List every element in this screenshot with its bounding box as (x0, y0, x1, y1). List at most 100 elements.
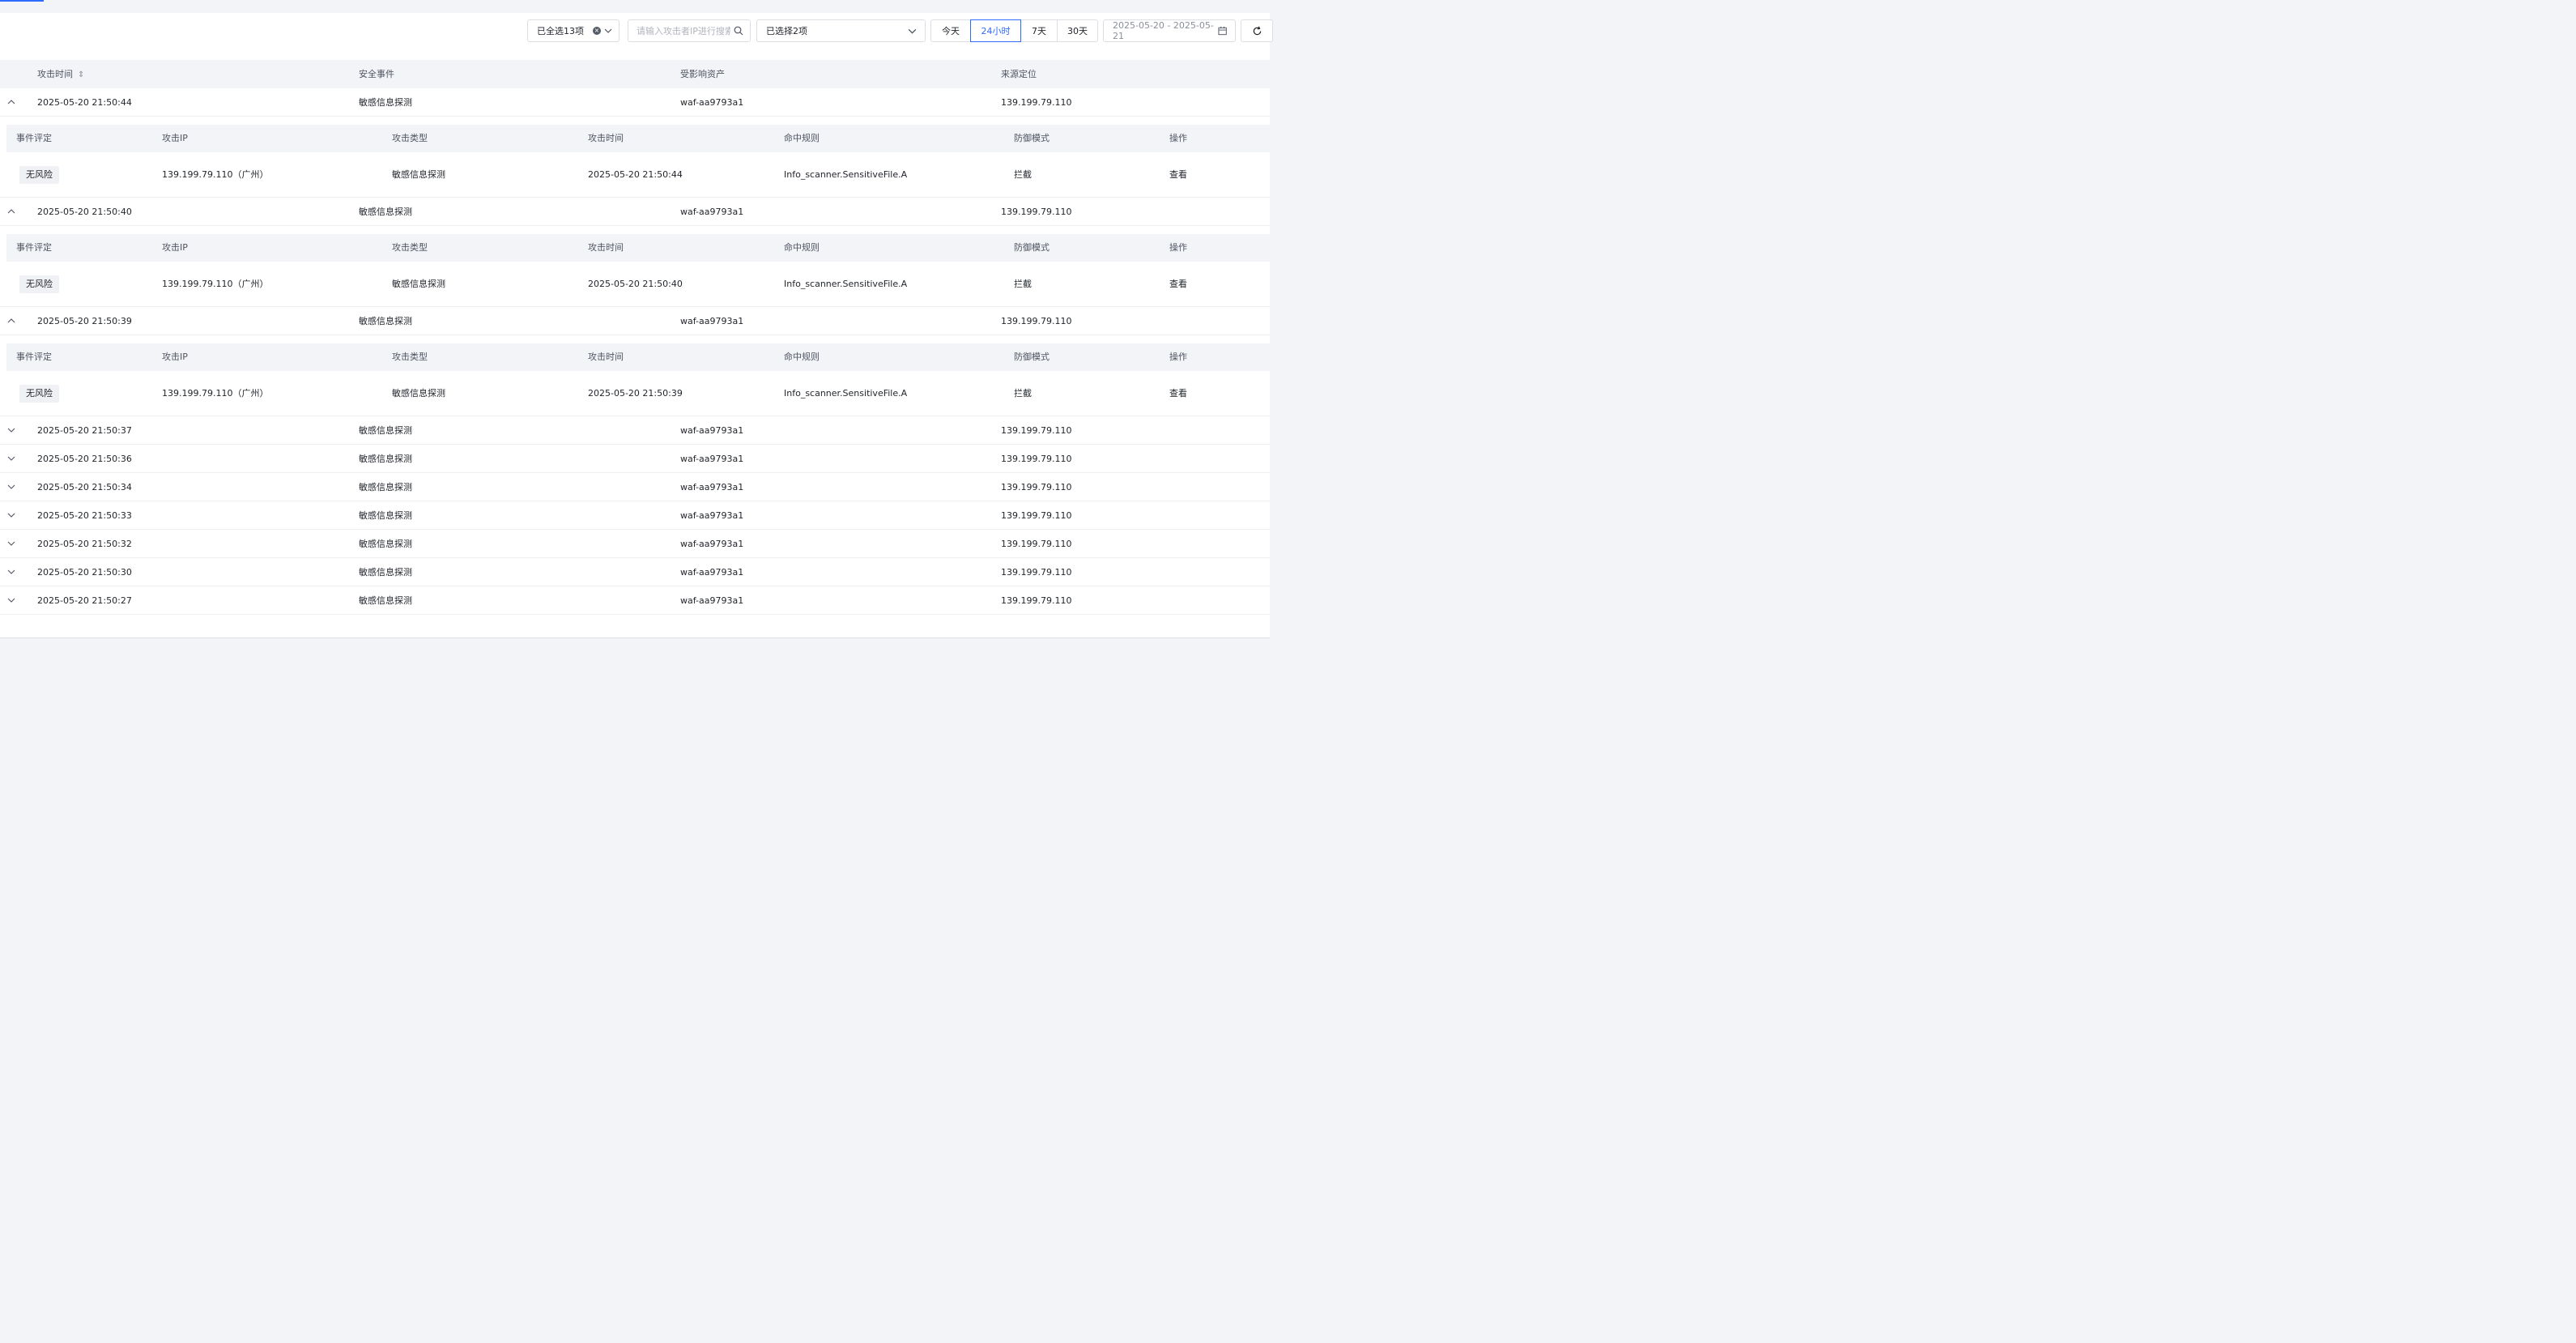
row-detail: 事件评定 攻击IP 攻击类型 攻击时间 命中规则 防御模式 操作 无风险 139.199.79.… (0, 335, 1270, 416)
table-row[interactable]: 2025-05-20 21:50:36 敏感信息探测 waf-aa9793a1 139… (0, 445, 1270, 473)
row-attack-time: 2025-05-20 21:50:36 (37, 454, 132, 464)
row-event: 敏感信息探测 (359, 539, 412, 549)
detail-column-header: 防御模式 (1014, 133, 1050, 143)
detail-header: 事件评定 攻击IP 攻击类型 攻击时间 命中规则 防御模式 操作 (6, 343, 1270, 371)
row-detail: 事件评定 攻击IP 攻击类型 攻击时间 命中规则 防御模式 操作 无风险 139.199.79.… (0, 226, 1270, 307)
row-attack-time: 2025-05-20 21:50:39 (37, 316, 132, 326)
row-attack-time: 2025-05-20 21:50:40 (37, 207, 132, 217)
detail-rule: Info_scanner.SensitiveFile.A (784, 388, 908, 399)
row-source: 139.199.79.110 (1001, 207, 1072, 217)
view-link[interactable]: 查看 (1169, 371, 1187, 416)
row-asset: waf-aa9793a1 (680, 207, 744, 217)
detail-column-header: 命中规则 (784, 133, 820, 143)
chevron-down-icon[interactable] (7, 483, 15, 491)
row-event: 敏感信息探测 (359, 97, 412, 108)
range-today-button[interactable]: 今天 (930, 19, 971, 42)
event-type-select-label: 已全选13项 (537, 26, 584, 36)
chevron-down-icon[interactable] (7, 539, 15, 548)
range-24h-button[interactable]: 24小时 (970, 19, 1021, 42)
row-asset: waf-aa9793a1 (680, 454, 744, 464)
chevron-up-icon[interactable] (7, 207, 15, 215)
risk-badge: 无风险 (19, 166, 59, 184)
row-event: 敏感信息探测 (359, 207, 412, 217)
detail-time: 2025-05-20 21:50:40 (588, 279, 683, 289)
chevron-down-icon[interactable] (7, 426, 15, 434)
table-row[interactable]: 2025-05-20 21:50:30 敏感信息探测 waf-aa9793a1 139… (0, 558, 1270, 586)
attack-log-table: 攻击时间 ⇕ 安全事件 受影响资产 来源定位 2025-05-20 21:50:4… (0, 60, 1270, 615)
table-body: 2025-05-20 21:50:44 敏感信息探测 waf-aa9793a1 139… (0, 88, 1270, 615)
chevron-down-icon[interactable] (7, 454, 15, 463)
detail-column-header: 攻击类型 (392, 242, 428, 253)
detail-column-header: 攻击时间 (588, 352, 624, 362)
table-row[interactable]: 2025-05-20 21:50:39 敏感信息探测 waf-aa9793a1 139… (0, 307, 1270, 335)
table-header: 攻击时间 ⇕ 安全事件 受影响资产 来源定位 (0, 60, 1270, 88)
detail-column-header: 防御模式 (1014, 352, 1050, 362)
attacker-ip-search-input[interactable] (637, 25, 730, 36)
row-source: 139.199.79.110 (1001, 454, 1072, 464)
table-row[interactable]: 2025-05-20 21:50:34 敏感信息探测 waf-aa9793a1 139… (0, 473, 1270, 501)
detail-ip: 139.199.79.110（广州） (162, 169, 269, 180)
detail-column-header: 攻击IP (162, 133, 188, 143)
detail-ip: 139.199.79.110（广州） (162, 388, 269, 399)
chevron-up-icon[interactable] (7, 98, 15, 106)
risk-badge: 无风险 (19, 385, 59, 403)
detail-row: 无风险 139.199.79.110（广州） 敏感信息探测 2025-05-20 21… (6, 371, 1270, 416)
row-event: 敏感信息探测 (359, 454, 412, 464)
row-detail: 事件评定 攻击IP 攻击类型 攻击时间 命中规则 防御模式 操作 无风险 139.199.79.… (0, 117, 1270, 198)
sort-icon[interactable]: ⇕ (78, 61, 84, 89)
row-attack-time: 2025-05-20 21:50:32 (37, 539, 132, 549)
refresh-icon (1253, 26, 1261, 35)
detail-column-header: 事件评定 (16, 133, 52, 143)
table-row[interactable]: 2025-05-20 21:50:27 敏感信息探测 waf-aa9793a1 139… (0, 586, 1270, 615)
detail-column-header: 攻击IP (162, 242, 188, 253)
detail-type: 敏感信息探测 (392, 279, 445, 289)
row-asset: waf-aa9793a1 (680, 97, 744, 108)
detail-mode: 拦截 (1014, 388, 1032, 399)
attack-log-panel: 已全选13项 × 已选择2项 今天 24小时 7天 30天 2025-05-20… (0, 13, 1273, 638)
detail-column-header: 操作 (1169, 352, 1187, 362)
row-attack-time: 2025-05-20 21:50:44 (37, 97, 132, 108)
row-asset: waf-aa9793a1 (680, 595, 744, 606)
event-type-select[interactable]: 已全选13项 × (527, 19, 620, 42)
row-asset: waf-aa9793a1 (680, 316, 744, 326)
date-range-picker[interactable]: 2025-05-20 - 2025-05-21 (1103, 19, 1236, 42)
range-7d-button[interactable]: 7天 (1020, 19, 1058, 42)
row-source: 139.199.79.110 (1001, 510, 1072, 521)
chevron-down-icon[interactable] (7, 568, 15, 576)
detail-column-header: 命中规则 (784, 242, 820, 253)
chevron-down-icon[interactable] (7, 511, 15, 519)
active-tab-indicator (0, 0, 44, 2)
column-header-source: 来源定位 (1001, 69, 1037, 79)
search-icon[interactable] (734, 26, 743, 36)
detail-type: 敏感信息探测 (392, 169, 445, 180)
asset-multi-select[interactable]: 已选择2项 (756, 19, 926, 42)
table-row[interactable]: 2025-05-20 21:50:33 敏感信息探测 waf-aa9793a1 139… (0, 501, 1270, 530)
detail-time: 2025-05-20 21:50:39 (588, 388, 683, 399)
detail-column-header: 攻击时间 (588, 242, 624, 253)
row-source: 139.199.79.110 (1001, 595, 1072, 606)
chevron-up-icon[interactable] (7, 317, 15, 325)
view-link[interactable]: 查看 (1169, 152, 1187, 198)
detail-rule: Info_scanner.SensitiveFile.A (784, 279, 908, 289)
top-tab-strip (0, 0, 1270, 13)
range-30d-button[interactable]: 30天 (1057, 19, 1098, 42)
row-event: 敏感信息探测 (359, 425, 412, 436)
table-row[interactable]: 2025-05-20 21:50:40 敏感信息探测 waf-aa9793a1 139… (0, 198, 1270, 226)
chevron-down-icon (604, 28, 612, 33)
detail-rule: Info_scanner.SensitiveFile.A (784, 169, 908, 180)
detail-ip: 139.199.79.110（广州） (162, 279, 269, 289)
column-header-attack-time[interactable]: 攻击时间 ⇕ (37, 60, 84, 88)
chevron-down-icon[interactable] (7, 596, 15, 604)
table-row[interactable]: 2025-05-20 21:50:32 敏感信息探测 waf-aa9793a1 139… (0, 530, 1270, 558)
detail-time: 2025-05-20 21:50:44 (588, 169, 683, 180)
row-attack-time: 2025-05-20 21:50:30 (37, 567, 132, 578)
clear-icon[interactable]: × (593, 27, 601, 35)
table-row[interactable]: 2025-05-20 21:50:44 敏感信息探测 waf-aa9793a1 139… (0, 88, 1270, 117)
column-header-event: 安全事件 (359, 69, 394, 79)
view-link[interactable]: 查看 (1169, 262, 1187, 307)
detail-row: 无风险 139.199.79.110（广州） 敏感信息探测 2025-05-20 21… (6, 152, 1270, 198)
refresh-button[interactable] (1241, 19, 1273, 42)
time-range-segmented: 今天 24小时 7天 30天 (930, 19, 1098, 42)
table-row[interactable]: 2025-05-20 21:50:37 敏感信息探测 waf-aa9793a1 139… (0, 416, 1270, 445)
detail-mode: 拦截 (1014, 279, 1032, 289)
